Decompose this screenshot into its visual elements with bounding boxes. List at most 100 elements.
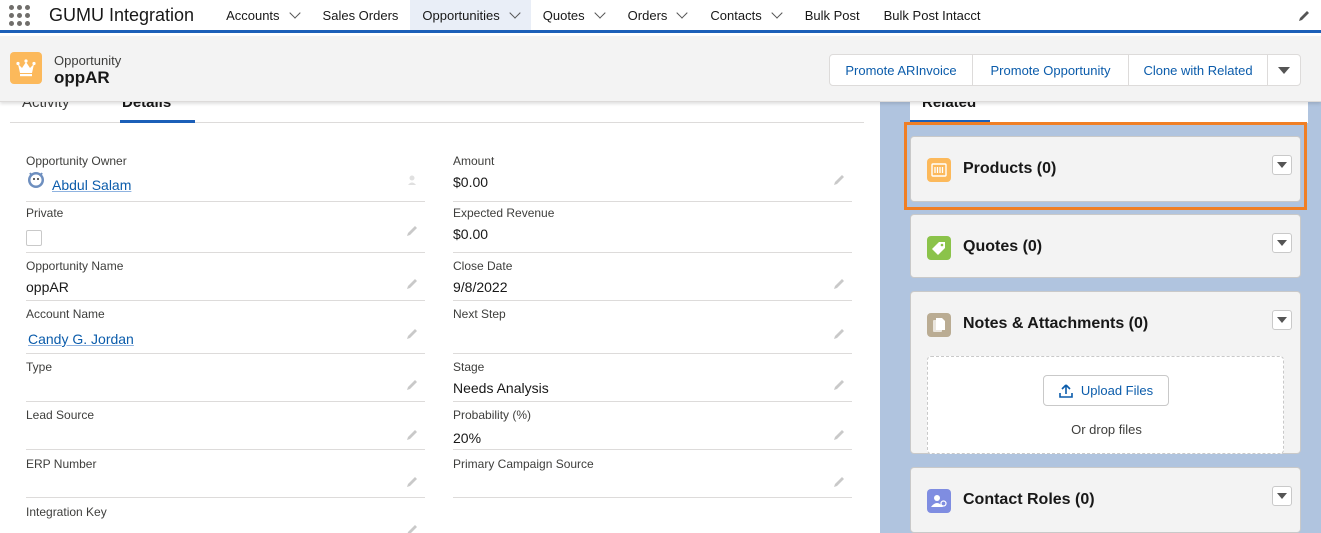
- field-private: Private: [26, 206, 425, 253]
- field-value: 9/8/2022: [453, 279, 508, 295]
- pencil-icon[interactable]: [833, 277, 846, 290]
- edit-nav-pencil-icon[interactable]: [1297, 9, 1311, 23]
- nav-item-quotes[interactable]: Quotes: [531, 0, 616, 30]
- nav-item-label: Opportunities: [422, 7, 500, 23]
- drop-files-text: Or drop files: [1071, 422, 1142, 437]
- related-panel: Related Products (0) Quotes (0) Notes & …: [894, 94, 1321, 533]
- field-label: Type: [26, 360, 53, 374]
- related-card-products: Products (0): [910, 136, 1301, 202]
- upload-icon: [1059, 383, 1073, 398]
- field-label: Amount: [453, 154, 495, 168]
- chevron-down-icon: [1277, 317, 1287, 323]
- details-panel: Activity Details Opportunity Owner Abdul…: [0, 94, 880, 533]
- nav-item-bulk-post[interactable]: Bulk Post: [793, 0, 872, 30]
- nav-item-label: Bulk Post: [804, 7, 860, 23]
- field-next-step: Next Step: [453, 307, 852, 354]
- nav-item-label: Quotes: [542, 7, 585, 23]
- nav-item-opportunities[interactable]: Opportunities: [410, 0, 531, 30]
- promote-opportunity-button[interactable]: Promote Opportunity: [973, 55, 1129, 85]
- chevron-down-icon[interactable]: [509, 6, 521, 19]
- clone-with-related-button[interactable]: Clone with Related: [1129, 55, 1268, 85]
- card-menu-button[interactable]: [1272, 310, 1292, 330]
- account-link[interactable]: Candy G. Jordan: [28, 331, 134, 347]
- nav-item-label: Bulk Post Intacct: [883, 7, 981, 23]
- chevron-down-icon[interactable]: [676, 6, 689, 19]
- pencil-icon[interactable]: [406, 428, 419, 441]
- active-tab-indicator: [910, 120, 990, 123]
- chevron-down-icon: [1278, 66, 1290, 74]
- pencil-icon[interactable]: [406, 277, 419, 290]
- related-card-quotes: Quotes (0): [910, 214, 1301, 278]
- upload-files-label: Upload Files: [1080, 383, 1154, 398]
- nav-item-label: Sales Orders: [322, 7, 399, 23]
- nav-item-bulk-post-intacct[interactable]: Bulk Post Intacct: [872, 0, 993, 30]
- field-label: Opportunity Name: [26, 259, 124, 273]
- related-card-title[interactable]: Products (0): [963, 160, 1056, 178]
- record-name: oppAR: [54, 68, 110, 87]
- chevron-down-icon[interactable]: [594, 6, 606, 19]
- field-account-name: Account Name Candy G. Jordan: [26, 307, 425, 354]
- field-label: Next Step: [453, 307, 506, 321]
- card-menu-button[interactable]: [1272, 155, 1292, 175]
- file-drop-zone[interactable]: Upload Files Or drop files: [927, 356, 1284, 454]
- field-lead-source: Lead Source: [26, 408, 425, 450]
- field-value: oppAR: [26, 279, 69, 295]
- pencil-icon[interactable]: [406, 523, 419, 533]
- field-integration-key: Integration Key: [26, 505, 425, 533]
- nav-item-sales-orders[interactable]: Sales Orders: [311, 0, 411, 30]
- pencil-icon[interactable]: [833, 428, 846, 441]
- field-stage: Stage Needs Analysis: [453, 360, 852, 402]
- field-amount: Amount $0.00: [453, 154, 852, 202]
- card-menu-button[interactable]: [1272, 486, 1292, 506]
- chevron-down-icon[interactable]: [288, 6, 301, 19]
- nav-item-label: Contacts: [710, 7, 762, 23]
- field-label: Close Date: [453, 259, 513, 273]
- field-label: Opportunity Owner: [26, 154, 127, 168]
- related-card-notes-attachments: Notes & Attachments (0) Upload Files Or …: [910, 291, 1301, 454]
- app-launcher-icon[interactable]: [2, 0, 36, 30]
- nav-item-orders[interactable]: Orders: [616, 0, 699, 30]
- field-opportunity-owner: Opportunity Owner Abdul Salam: [26, 154, 425, 202]
- change-owner-icon[interactable]: [406, 173, 419, 186]
- pencil-icon[interactable]: [833, 378, 846, 391]
- field-label: Lead Source: [26, 408, 95, 422]
- nav-item-label: Orders: [627, 7, 668, 23]
- card-menu-button[interactable]: [1272, 233, 1292, 253]
- pencil-icon[interactable]: [833, 475, 846, 488]
- private-checkbox[interactable]: [26, 230, 42, 246]
- field-label: Private: [26, 206, 64, 220]
- app-name: GUMU Integration: [49, 4, 195, 25]
- product-icon: [927, 158, 951, 182]
- field-label: Expected Revenue: [453, 206, 555, 220]
- chevron-down-icon[interactable]: [771, 6, 783, 19]
- pencil-icon[interactable]: [833, 173, 846, 186]
- nav-item-contacts[interactable]: Contacts: [698, 0, 792, 30]
- promote-arinvoice-button[interactable]: Promote ARInvoice: [830, 55, 973, 85]
- related-card-title[interactable]: Quotes (0): [963, 238, 1042, 256]
- nav-item-label: Accounts: [226, 7, 280, 23]
- upload-files-button[interactable]: Upload Files: [1043, 375, 1169, 406]
- field-value: Needs Analysis: [453, 380, 549, 396]
- related-card-title[interactable]: Contact Roles (0): [963, 491, 1095, 509]
- owner-link[interactable]: Abdul Salam: [52, 177, 131, 193]
- related-card-title[interactable]: Notes & Attachments (0): [963, 315, 1148, 333]
- record-tabs: Activity Details: [10, 94, 864, 123]
- document-icon: [927, 313, 951, 337]
- nav-item-accounts[interactable]: Accounts: [214, 0, 310, 30]
- more-actions-button[interactable]: [1268, 55, 1300, 85]
- chevron-down-icon: [1277, 162, 1287, 168]
- pencil-icon[interactable]: [406, 378, 419, 391]
- field-value: $0.00: [453, 226, 489, 242]
- pencil-icon[interactable]: [833, 327, 846, 340]
- field-value: 20%: [453, 430, 482, 446]
- field-opportunity-name: Opportunity Name oppAR: [26, 259, 425, 301]
- field-label: Probability (%): [453, 408, 532, 422]
- field-primary-campaign-source: Primary Campaign Source: [453, 457, 852, 498]
- pencil-icon[interactable]: [406, 475, 419, 488]
- field-value: $0.00: [453, 174, 489, 190]
- field-probability: Probability (%) 20%: [453, 408, 852, 450]
- field-label: Account Name: [26, 307, 105, 321]
- pencil-icon[interactable]: [406, 224, 419, 237]
- chevron-down-icon: [1277, 240, 1287, 246]
- pencil-icon[interactable]: [406, 327, 419, 340]
